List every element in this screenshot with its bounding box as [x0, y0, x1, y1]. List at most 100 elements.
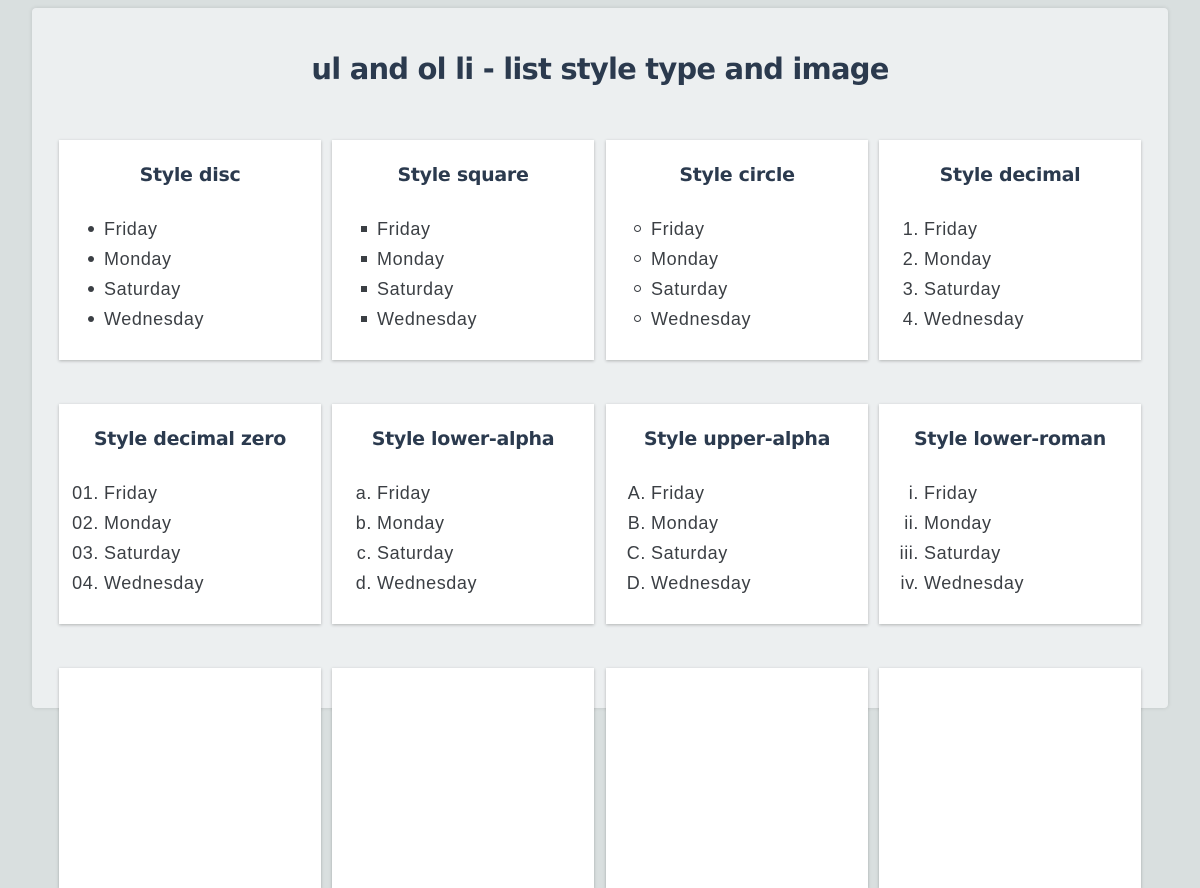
- card-title: Style disc: [139, 164, 241, 186]
- list-item-label: Friday: [377, 483, 431, 503]
- list-item-label: Monday: [651, 513, 719, 533]
- list-item-label: Friday: [924, 483, 978, 503]
- list-item-label: Saturday: [924, 279, 1001, 299]
- list-item-label: Wednesday: [651, 309, 752, 329]
- list-item-label: Wednesday: [924, 309, 1025, 329]
- list-item-label: Monday: [924, 249, 992, 269]
- list-item-label: Saturday: [377, 279, 454, 299]
- list-marker: 3.: [902, 279, 919, 299]
- list-item: 2. Monday: [879, 248, 1141, 278]
- list-item-label: Monday: [924, 513, 992, 533]
- list-item-label: Saturday: [104, 543, 181, 563]
- list-item-label: Wednesday: [104, 309, 205, 329]
- list-item-label: Monday: [104, 513, 172, 533]
- disc-bullet-icon: [88, 316, 94, 322]
- list-marker: 01.: [72, 483, 99, 503]
- circle-bullet-icon: [634, 255, 641, 262]
- list-item: Friday: [59, 218, 321, 248]
- content-panel: ul and ol li - list style type and image…: [32, 8, 1168, 888]
- list-marker: i.: [908, 483, 919, 503]
- list-style-card: Style circle Friday Monday Saturday Wednesda…: [606, 140, 868, 360]
- list-item: B. Monday: [606, 512, 868, 542]
- list-item-label: Wednesday: [377, 309, 478, 329]
- list-style-card: Style upper-alpha A. Friday B. Monday C. Satur…: [606, 404, 868, 624]
- list-item: Saturday: [332, 278, 594, 308]
- list-item: Saturday: [59, 278, 321, 308]
- list-marker: iii.: [899, 543, 919, 563]
- list-item: Monday: [59, 248, 321, 278]
- list-item: d. Wednesday: [332, 572, 594, 602]
- list-marker: 1.: [902, 219, 919, 239]
- list-item: i. Friday: [879, 482, 1141, 512]
- list-marker: b.: [355, 513, 372, 533]
- list-item: 1. Friday: [879, 218, 1141, 248]
- list-style-card: [879, 668, 1141, 888]
- list-style-card: Style lower-alpha a. Friday b. Monday c. Satur…: [332, 404, 594, 624]
- card-title: Style upper-alpha: [643, 428, 831, 450]
- circle-bullet-icon: [634, 315, 641, 322]
- list-item-label: Monday: [104, 249, 172, 269]
- list-item: Wednesday: [332, 308, 594, 338]
- square-bullet-icon: [361, 286, 367, 292]
- list-item-label: Monday: [651, 249, 719, 269]
- list-item: ii. Monday: [879, 512, 1141, 542]
- disc-bullet-icon: [88, 286, 94, 292]
- card-title: Style decimal: [939, 164, 1081, 186]
- list-marker: ii.: [904, 513, 919, 533]
- list-item: Wednesday: [59, 308, 321, 338]
- square-bullet-icon: [361, 226, 367, 232]
- list-item: iv. Wednesday: [879, 572, 1141, 602]
- list-item: Monday: [606, 248, 868, 278]
- list-item-label: Saturday: [651, 543, 728, 563]
- list-item-label: Friday: [377, 219, 431, 239]
- list-item: 02. Monday: [59, 512, 321, 542]
- square-bullet-icon: [361, 316, 367, 322]
- list-style-card: Style lower-roman i. Friday ii. Monday iii. Sa…: [879, 404, 1141, 624]
- list-item: Wednesday: [606, 308, 868, 338]
- list-style-card: Style disc Friday Monday Saturday Wednesday: [59, 140, 321, 360]
- circle-bullet-icon: [634, 285, 641, 292]
- list-item-label: Wednesday: [104, 573, 205, 593]
- list-marker: 04.: [72, 573, 99, 593]
- list-item-label: Wednesday: [377, 573, 478, 593]
- list-item-label: Monday: [377, 513, 445, 533]
- list-item-label: Friday: [651, 483, 705, 503]
- list-item: 3. Saturday: [879, 278, 1141, 308]
- list-item: a. Friday: [332, 482, 594, 512]
- card-title: Style square: [397, 164, 529, 186]
- card-title: Style circle: [679, 164, 795, 186]
- list-item: iii. Saturday: [879, 542, 1141, 572]
- list-item: Friday: [332, 218, 594, 248]
- list-item: Saturday: [606, 278, 868, 308]
- list-style-card: [332, 668, 594, 888]
- list-item-label: Friday: [104, 219, 158, 239]
- list-item: 4. Wednesday: [879, 308, 1141, 338]
- list-item: A. Friday: [606, 482, 868, 512]
- list-style-card: Style decimal 1. Friday 2. Monday 3. Saturday 4…: [879, 140, 1141, 360]
- list-marker: A.: [627, 483, 646, 503]
- list-marker: 02.: [72, 513, 99, 533]
- list-item: Friday: [606, 218, 868, 248]
- list-marker: 4.: [902, 309, 919, 329]
- list-marker: a.: [355, 483, 372, 503]
- list-style-card: [59, 668, 321, 888]
- card-title: Style lower-roman: [914, 428, 1106, 450]
- list-item: C. Saturday: [606, 542, 868, 572]
- list-marker: 2.: [902, 249, 919, 269]
- list-style-card: Style decimal zero 01. Friday 02. Monday 03. S…: [59, 404, 321, 624]
- list-item: 01. Friday: [59, 482, 321, 512]
- list-item: 04. Wednesday: [59, 572, 321, 602]
- list-item: b. Monday: [332, 512, 594, 542]
- list-item: c. Saturday: [332, 542, 594, 572]
- list-item-label: Friday: [104, 483, 158, 503]
- square-bullet-icon: [361, 256, 367, 262]
- list-marker: d.: [355, 573, 372, 593]
- list-item: Monday: [332, 248, 594, 278]
- page-title: ul and ol li - list style type and image: [311, 52, 889, 86]
- list-item: D. Wednesday: [606, 572, 868, 602]
- list-marker: iv.: [900, 573, 919, 593]
- list-item-label: Saturday: [651, 279, 728, 299]
- list-item-label: Friday: [651, 219, 705, 239]
- list-marker: B.: [627, 513, 646, 533]
- list-marker: c.: [356, 543, 372, 563]
